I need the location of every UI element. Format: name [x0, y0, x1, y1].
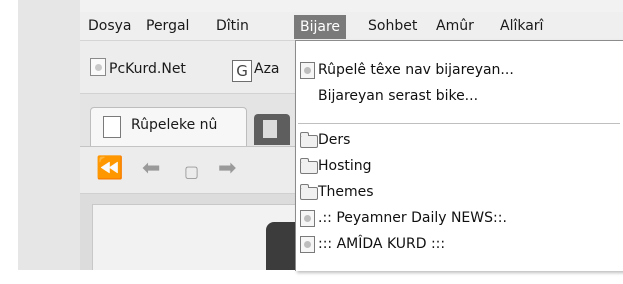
left-background [0, 0, 81, 284]
bookmark-label: ::: AMÎDA KURD ::: [318, 236, 446, 252]
menu-pergal[interactable]: Pergal [140, 16, 195, 36]
menu-item-label: Bijareyan serast bike... [318, 88, 479, 104]
edit-bookmarks-item[interactable]: Bijareyan serast bike... [296, 83, 623, 109]
tab-second[interactable] [254, 114, 290, 145]
bookmark-aza[interactable]: G Aza [232, 58, 280, 82]
bookmark-pckurd[interactable]: PcKurd.Net [90, 58, 186, 80]
menu-alikari[interactable]: Alîkarî [494, 16, 549, 36]
google-icon: G [232, 60, 252, 82]
folder-icon [300, 132, 318, 148]
bookmarks-dropdown-menu: Rûpelê têxe nav bijareyan... Bijareyan s… [295, 40, 623, 271]
rewind-icon[interactable]: ⏪ [96, 157, 123, 181]
menu-ditin[interactable]: Dîtin [210, 16, 255, 36]
menu-bar: Dosya Pergal Dîtin Bijare Sohbet Amûr Al… [80, 12, 623, 41]
page-icon [90, 58, 106, 76]
folder-label: Themes [318, 184, 374, 200]
bookmark-amida-kurd[interactable]: ::: AMÎDA KURD ::: [296, 231, 623, 257]
folder-icon [300, 158, 318, 174]
menu-bijare[interactable]: Bijare [294, 15, 347, 39]
page-icon [300, 210, 315, 227]
menu-sohbet[interactable]: Sohbet [362, 16, 423, 36]
menu-separator [298, 123, 620, 124]
menu-amur[interactable]: Amûr [430, 16, 480, 36]
menu-item-label: Rûpelê têxe nav bijareyan... [318, 62, 514, 78]
page-icon [263, 120, 277, 138]
bottom-background [0, 270, 623, 284]
folder-hosting[interactable]: Hosting [296, 153, 623, 179]
bookmark-page-icon [300, 62, 315, 79]
bookmark-label: PcKurd.Net [109, 61, 186, 77]
forward-icon[interactable]: ➡ [218, 157, 236, 181]
back-icon[interactable]: ⬅ [142, 157, 160, 181]
folder-ders[interactable]: Ders [296, 127, 623, 153]
bookmark-peyamner[interactable]: .:: Peyamner Daily NEWS::. [296, 205, 623, 231]
tab-new-page[interactable]: Rûpeleke nû [90, 107, 247, 146]
page-icon [300, 236, 315, 253]
menu-dosya[interactable]: Dosya [82, 16, 138, 36]
bookmark-label: .:: Peyamner Daily NEWS::. [318, 210, 507, 226]
folder-themes[interactable]: Themes [296, 179, 623, 205]
page-icon[interactable]: ▢ [184, 160, 199, 184]
bookmark-label: Aza [254, 61, 280, 77]
add-bookmark-item[interactable]: Rûpelê têxe nav bijareyan... [296, 57, 623, 83]
window-top-edge [80, 0, 623, 12]
tab-label: Rûpeleke nû [131, 117, 218, 133]
folder-label: Hosting [318, 158, 372, 174]
folder-icon [300, 184, 318, 200]
left-panel [18, 0, 81, 270]
folder-label: Ders [318, 132, 351, 148]
page-icon [103, 116, 121, 138]
